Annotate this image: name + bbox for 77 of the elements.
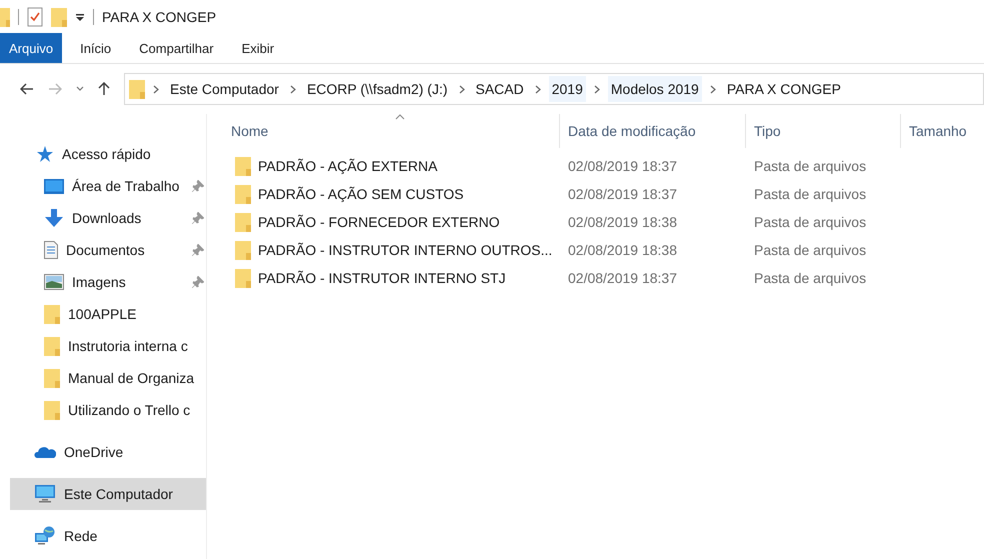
file-name[interactable]: PADRÃO - AÇÃO SEM CUSTOS (258, 186, 464, 202)
folder-icon (44, 399, 60, 421)
date-modified: 02/08/2019 18:37 (568, 186, 677, 202)
ribbon-tab[interactable]: Início (62, 33, 126, 63)
sidebar-item[interactable]: Área de Trabalho (10, 170, 206, 202)
date-modified: 02/08/2019 18:37 (568, 270, 677, 286)
folder-icon (235, 211, 251, 233)
folder-icon (44, 335, 60, 357)
column-header[interactable]: Tamanho (901, 114, 981, 148)
file-name[interactable]: PADRÃO - INSTRUTOR INTERNO STJ (258, 270, 506, 286)
pin-icon[interactable] (192, 212, 204, 224)
sort-up-icon (395, 114, 405, 120)
file-type: Pasta de arquivos (754, 158, 866, 174)
up-arrow-icon[interactable] (98, 82, 110, 96)
file-type: Pasta de arquivos (754, 214, 866, 230)
sidebar-item[interactable]: Instrutoria interna c (10, 330, 206, 362)
chevron-right-icon[interactable] (153, 84, 159, 94)
breadcrumb-item[interactable]: ECORP (\\fsadm2) (J:) (304, 76, 450, 102)
chevron-right-icon[interactable] (534, 84, 541, 94)
window-title: PARA X CONGEP (102, 8, 216, 24)
ribbon-tab[interactable]: Compartilhar (125, 33, 228, 63)
monitor-icon (34, 485, 56, 503)
monitor-icon (44, 178, 64, 194)
folder-icon (235, 183, 251, 205)
column-header[interactable]: Nome (231, 114, 560, 148)
ribbon-tab[interactable]: Arquivo (0, 33, 62, 63)
column-header[interactable]: Data de modificação (560, 114, 746, 148)
file-type: Pasta de arquivos (754, 242, 866, 258)
ribbon-tab[interactable]: Exibir (228, 33, 288, 63)
breadcrumb-item[interactable]: Modelos 2019 (608, 76, 702, 102)
chevron-right-icon[interactable] (710, 84, 716, 94)
breadcrumb-item[interactable]: PARA X CONGEP (724, 76, 844, 102)
chevron-right-icon[interactable] (458, 84, 464, 94)
sidebar-item[interactable]: Rede (10, 520, 206, 552)
sidebar-item[interactable]: 100APPLE (10, 298, 206, 330)
chevron-right-icon[interactable] (594, 84, 600, 94)
folder-icon (44, 303, 60, 325)
date-modified: 02/08/2019 18:38 (568, 214, 677, 230)
down-arrow-icon (44, 209, 64, 227)
sidebar-item[interactable]: Downloads (10, 202, 206, 234)
breadcrumb-item[interactable]: 2019 (548, 76, 586, 102)
back-arrow-icon[interactable] (20, 83, 34, 95)
file-name[interactable]: PADRÃO - AÇÃO EXTERNA (258, 158, 438, 174)
sidebar-item[interactable]: Utilizando o Trello c (10, 394, 206, 426)
breadcrumb-item[interactable]: Este Computador (167, 76, 282, 102)
sidebar-item[interactable]: Acesso rápido (10, 138, 206, 170)
address-bar[interactable]: Este Computador ECORP (\\fsadm2) (J:) SACAD 2019 Modelos 2019 PARA X CONGEP (124, 73, 984, 105)
folder-icon (44, 367, 60, 389)
folder-icon (129, 78, 145, 100)
folder-icon (235, 239, 251, 261)
file-name[interactable]: PADRÃO - FORNECEDOR EXTERNO (258, 214, 500, 230)
document-icon (44, 241, 58, 259)
folder-icon (235, 267, 251, 289)
chevron-down-icon[interactable] (76, 86, 84, 92)
star-icon (36, 146, 54, 162)
sidebar-item[interactable]: Imagens (10, 266, 206, 298)
pin-icon[interactable] (192, 276, 204, 288)
breadcrumb-item[interactable]: SACAD (472, 76, 527, 102)
file-type: Pasta de arquivos (754, 270, 866, 286)
file-name[interactable]: PADRÃO - INSTRUTOR INTERNO OUTROS... (258, 242, 552, 258)
column-header[interactable]: Tipo (746, 114, 901, 148)
file-type: Pasta de arquivos (754, 186, 866, 202)
chevron-right-icon[interactable] (290, 84, 296, 94)
sidebar-item[interactable]: Documentos (10, 234, 206, 266)
image-icon (44, 274, 64, 290)
pin-icon[interactable] (192, 180, 204, 192)
cloud-icon (34, 446, 56, 458)
folder-icon (235, 155, 251, 177)
sidebar-item[interactable]: OneDrive (10, 436, 206, 468)
network-icon (34, 526, 56, 546)
sidebar-item[interactable]: Manual de Organiza (10, 362, 206, 394)
date-modified: 02/08/2019 18:38 (568, 242, 677, 258)
sidebar-item[interactable]: Este Computador (10, 478, 206, 510)
date-modified: 02/08/2019 18:37 (568, 158, 677, 174)
pin-icon[interactable] (192, 244, 204, 256)
dropdown-icon[interactable] (75, 12, 85, 22)
properties-icon[interactable] (27, 6, 43, 26)
